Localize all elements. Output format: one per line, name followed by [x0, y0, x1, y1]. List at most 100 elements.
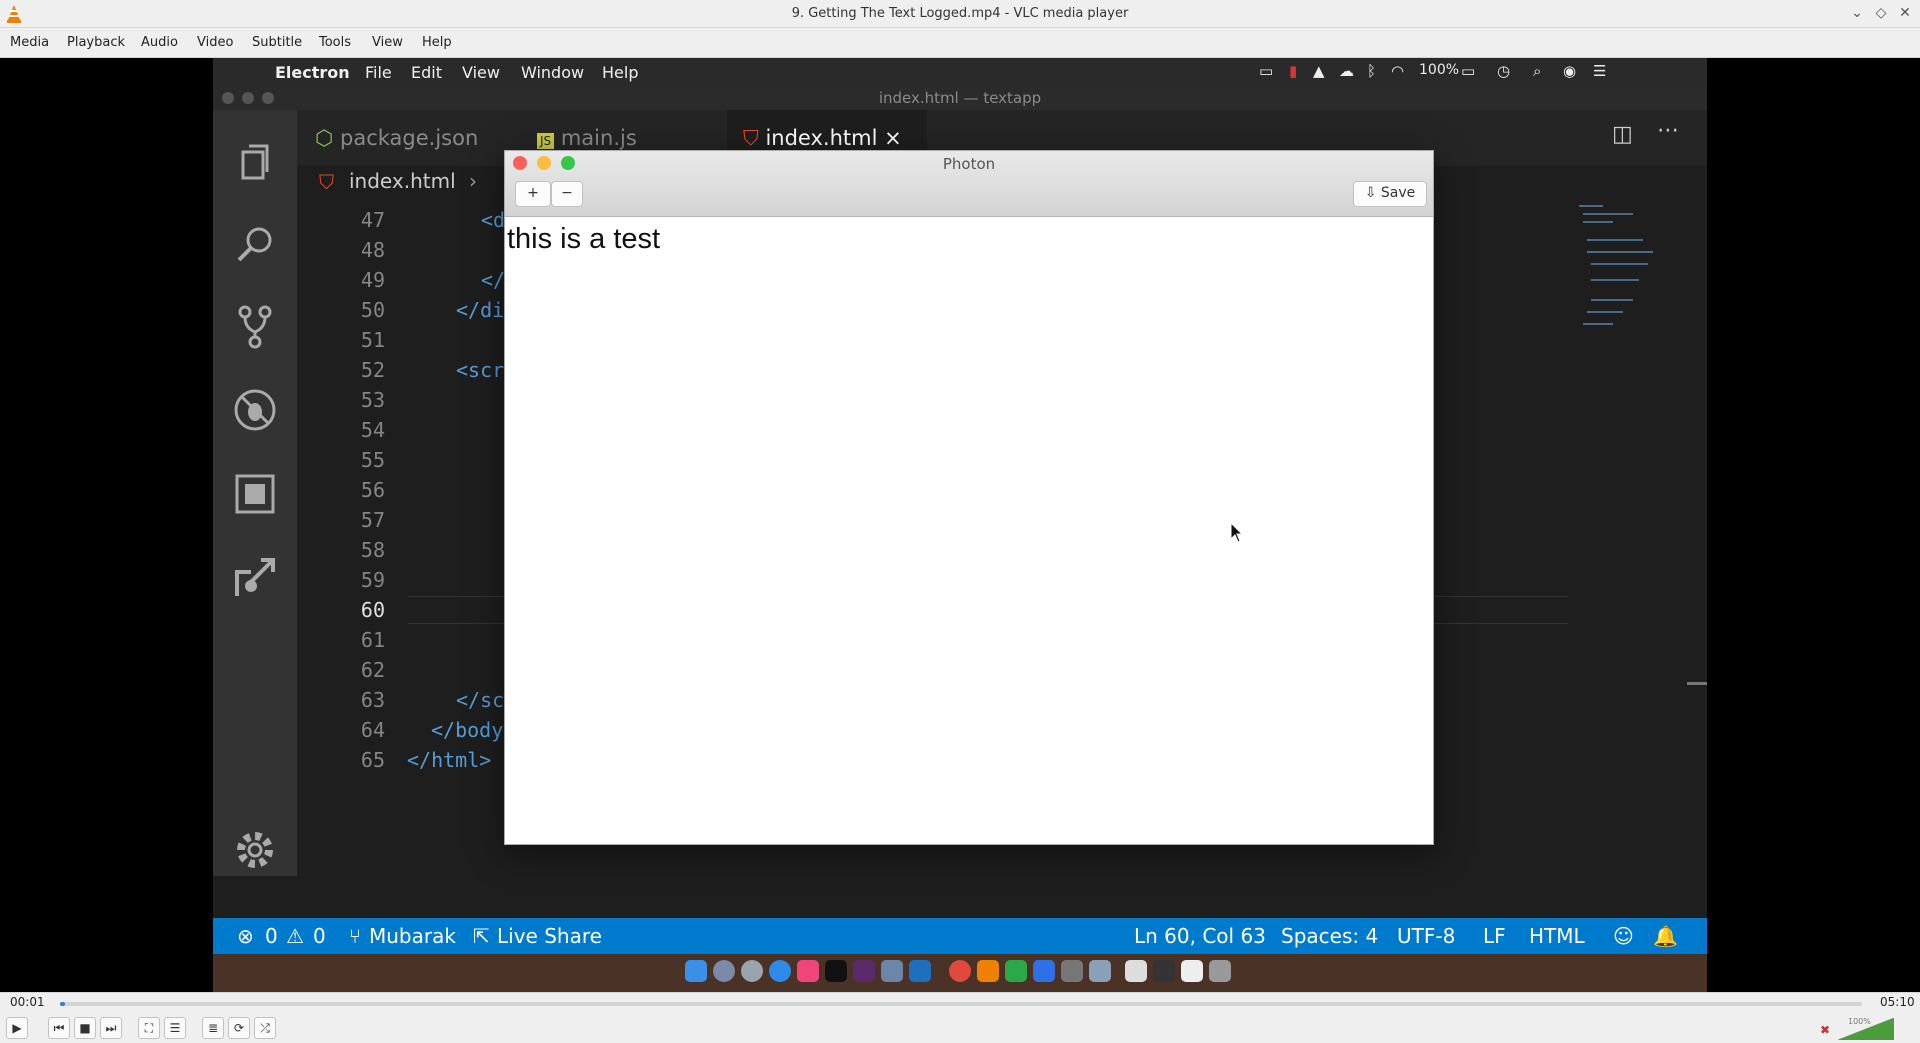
menu-video[interactable]: Video [197, 35, 233, 50]
remove-button: − [551, 181, 583, 207]
mac-app-name: Electron [275, 63, 350, 82]
menu-help[interactable]: Help [422, 35, 452, 50]
screen-icon: ▭ [1259, 62, 1274, 80]
wifi-icon: ◠ [1391, 62, 1405, 80]
vlc-status-icon: ▲ [1313, 62, 1325, 80]
line-number: 52 [360, 358, 385, 382]
vlc-dock-icon [977, 960, 999, 982]
menu-view[interactable]: View [372, 35, 403, 50]
battery-percent: 100% [1419, 62, 1460, 78]
vscode-close-icon [222, 92, 234, 104]
mute-icon[interactable]: ✖ [1820, 1023, 1830, 1037]
settings-gear-icon [237, 832, 273, 868]
line-number: 65 [360, 748, 385, 772]
facetime-icon [1005, 960, 1027, 982]
menu-playback[interactable]: Playback [67, 35, 125, 50]
mac-menu-view: View [462, 63, 500, 82]
feedback-smiley-icon: ☺ [1613, 924, 1634, 948]
extended-settings-button[interactable]: ☰ [164, 1017, 186, 1039]
code-line-63: </sc [456, 688, 505, 712]
finder-icon [685, 960, 707, 982]
line-number: 50 [360, 298, 385, 322]
source-control-icon [238, 305, 272, 349]
line-number: 56 [360, 478, 385, 502]
cloud-icon: ☁ [1339, 62, 1354, 80]
line-number-gutter: 47 48 49 50 51 52 53 54 55 56 57 58 59 6… [297, 200, 407, 876]
tab-label: main.js [560, 126, 637, 150]
close-icon[interactable]: ✕ [1896, 5, 1914, 21]
code-line-65: </html> [407, 748, 492, 772]
spotlight-icon: ⌕ [1533, 62, 1542, 80]
line-number: 62 [360, 658, 385, 682]
mac-menu-help: Help [602, 63, 639, 82]
js-file-icon: JS [537, 133, 555, 149]
battery-icon: ▭ [1461, 62, 1476, 80]
terminal-icon [825, 960, 847, 982]
next-button[interactable]: ⏭ [100, 1017, 122, 1039]
playlist-button[interactable]: ≣ [202, 1017, 224, 1039]
code-line-49: </ [481, 268, 506, 292]
vscode-minimize-icon [242, 92, 254, 104]
menu-media[interactable]: Media [10, 35, 49, 50]
menu-audio[interactable]: Audio [141, 35, 178, 50]
trash-icon [1209, 960, 1231, 982]
vscode-title: index.html — textapp [213, 86, 1707, 110]
cursor-position: Ln 60, Col 63 [1134, 924, 1266, 948]
notification-list-icon: ☰ [1593, 62, 1607, 80]
save-button: ⇩ Save [1353, 181, 1427, 207]
fullscreen-button[interactable]: ⛶ [138, 1017, 160, 1039]
previous-button[interactable]: ⏮ [48, 1017, 70, 1039]
slack-icon [853, 960, 875, 982]
maximize-icon[interactable]: ◇ [1872, 5, 1890, 21]
encoding: UTF-8 [1397, 924, 1456, 948]
loop-button[interactable]: ⟳ [228, 1017, 250, 1039]
music-icon [797, 960, 819, 982]
bluetooth-icon: ᛒ [1367, 62, 1377, 80]
mac-dock [213, 954, 1707, 992]
tab-label: package.json [340, 126, 479, 150]
play-button[interactable]: ▶ [6, 1017, 28, 1039]
seek-slider[interactable] [60, 1002, 1862, 1006]
seek-progress [60, 1002, 66, 1006]
warning-count: 0 [313, 924, 326, 948]
menu-tools[interactable]: Tools [319, 35, 351, 50]
vscode-status-bar: ⊗ 0 ⚠ 0 ⑂ Mubarak ⇱ Live Share Ln 60, Co… [213, 918, 1707, 954]
stop-button[interactable]: ■ [74, 1017, 96, 1039]
line-number: 57 [360, 508, 385, 532]
chrome-icon [949, 960, 971, 982]
minimap [1579, 205, 1653, 325]
code-line-64: </body [431, 718, 504, 742]
tasks-icon [1033, 960, 1055, 982]
line-number: 64 [360, 718, 385, 742]
chevron-right-icon: › [469, 169, 477, 193]
live-share-label: Live Share [497, 924, 602, 948]
more-actions-icon: ⋯ [1657, 118, 1679, 143]
html5-icon: ⛉ [743, 126, 766, 150]
line-number: 51 [360, 328, 385, 352]
debug-icon [234, 389, 276, 431]
clock-icon: ◷ [1497, 62, 1511, 80]
download-icon: ⇩ [1364, 185, 1381, 201]
search-icon [237, 227, 272, 262]
line-number: 61 [360, 628, 385, 652]
code-line-50: </di [456, 298, 505, 322]
random-button[interactable]: ⤮ [254, 1017, 276, 1039]
tab-package-json: ⬡ package.json [315, 110, 525, 166]
add-button: + [515, 181, 551, 207]
live-share-icon [235, 558, 275, 596]
minimize-icon[interactable]: ⌄ [1848, 5, 1866, 21]
line-number: 49 [360, 268, 385, 292]
volume-slider[interactable] [1838, 1018, 1894, 1040]
photon-text: this is a test [507, 223, 661, 255]
screenshot-icon [1089, 960, 1111, 982]
mac-menu-edit: Edit [411, 63, 442, 82]
code-line-47: <d [481, 208, 506, 232]
desktop-icon [1181, 960, 1203, 982]
explorer-icon [241, 144, 269, 180]
menu-subtitle[interactable]: Subtitle [252, 35, 302, 50]
language-mode: HTML [1529, 924, 1585, 948]
line-number: 53 [360, 388, 385, 412]
activity-bar [213, 110, 297, 876]
total-time: 05:10 [1880, 995, 1915, 1009]
split-editor-icon: ◫ [1612, 122, 1633, 147]
